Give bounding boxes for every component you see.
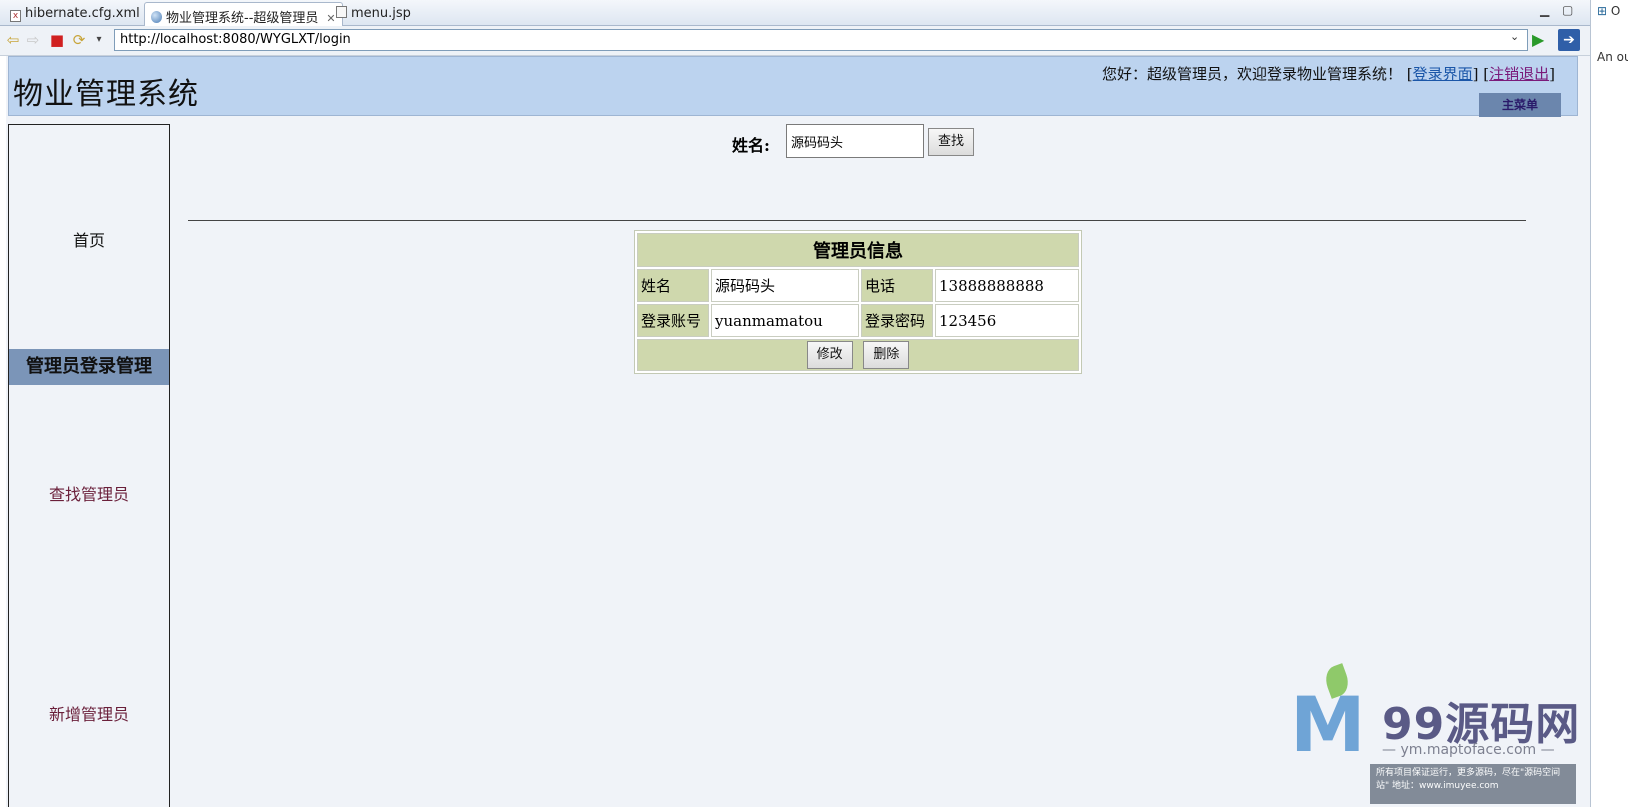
- outline-side-panel: ⊞ O An ou: [1590, 0, 1628, 807]
- jsp-file-icon: [336, 6, 347, 18]
- main-content: 姓名: 查找 管理员信息 姓名 源码码头 电话 13888888888 登录账号…: [180, 116, 1526, 806]
- delete-button[interactable]: 删除: [863, 341, 910, 369]
- back-arrow-icon[interactable]: ⇦: [4, 31, 22, 49]
- password-label: 登录密码: [861, 304, 933, 337]
- admin-info-table: 管理员信息 姓名 源码码头 电话 13888888888 登录账号 yuanma…: [634, 230, 1082, 374]
- go-play-icon[interactable]: ▶: [1532, 30, 1544, 49]
- tab-menu-jsp[interactable]: menu.jsp: [330, 2, 417, 26]
- table-title: 管理员信息: [637, 233, 1079, 267]
- chevron-down-icon[interactable]: ⌄: [1510, 30, 1519, 43]
- browser-toolbar: ⇦ ⇨ ■ ⟳ ▾ http://localhost:8080/WYGLXT/l…: [0, 26, 1590, 56]
- dropdown-arrow-icon[interactable]: ▾: [90, 31, 108, 49]
- stop-icon[interactable]: ■: [48, 31, 66, 49]
- xml-file-icon: x: [10, 10, 21, 22]
- forward-arrow-icon[interactable]: ⇨: [24, 31, 42, 49]
- table-actions: 修改 删除: [637, 339, 1079, 371]
- search-label: 姓名:: [732, 136, 770, 155]
- editor-tab-strip: x hibernate.cfg.xml 物业管理系统--超级管理员 ✕ menu.j…: [0, 0, 1590, 26]
- web-page: 物业管理系统 您好：超级管理员，欢迎登录物业管理系统！ [登录界面] [注销退出…: [6, 56, 1590, 807]
- outline-icon: ⊞: [1597, 4, 1608, 18]
- sidebar-item-find-admin[interactable]: 查找管理员: [9, 481, 169, 505]
- sidebar-item-add-admin[interactable]: 新增管理员: [9, 701, 169, 725]
- edit-button[interactable]: 修改: [806, 341, 853, 369]
- sidebar-item-home[interactable]: 首页: [9, 227, 169, 251]
- table-row: 姓名 源码码头 电话 13888888888: [637, 269, 1079, 302]
- sidebar-section-admin-login[interactable]: 管理员登录管理: [9, 349, 169, 385]
- url-address-bar[interactable]: http://localhost:8080/WYGLXT/login: [114, 29, 1528, 51]
- account-value: yuanmamatou: [711, 304, 859, 337]
- page-header: 物业管理系统 您好：超级管理员，欢迎登录物业管理系统！ [登录界面] [注销退出…: [8, 56, 1578, 117]
- login-page-link[interactable]: 登录界面: [1413, 65, 1473, 83]
- account-label: 登录账号: [637, 304, 709, 337]
- table-row: 登录账号 yuanmamatou 登录密码 123456: [637, 304, 1079, 337]
- outline-panel-title: ⊞ O: [1597, 4, 1621, 18]
- name-search-input[interactable]: [786, 124, 924, 158]
- maximize-icon[interactable]: ▢: [1562, 3, 1573, 17]
- outline-panel-message: An ou: [1597, 50, 1628, 64]
- phone-label: 电话: [861, 269, 933, 302]
- refresh-icon[interactable]: ⟳: [70, 31, 88, 49]
- main-menu-button[interactable]: 主菜单: [1479, 93, 1561, 117]
- tab-hibernate-cfg[interactable]: x hibernate.cfg.xml: [4, 2, 146, 26]
- left-sidebar-menu: 首页 管理员登录管理 查找管理员 新增管理员: [8, 124, 170, 807]
- globe-icon: [151, 11, 162, 23]
- page-title: 物业管理系统: [13, 77, 199, 112]
- open-external-icon[interactable]: ➔: [1558, 29, 1580, 51]
- search-button[interactable]: 查找: [928, 128, 974, 156]
- name-label: 姓名: [637, 269, 709, 302]
- greeting-bar: 您好：超级管理员，欢迎登录物业管理系统！ [登录界面] [注销退出]: [1101, 65, 1555, 83]
- phone-value: 13888888888: [935, 269, 1079, 302]
- divider: [188, 220, 1526, 221]
- minimize-icon[interactable]: ▁: [1540, 3, 1549, 17]
- password-value: 123456: [935, 304, 1079, 337]
- search-form: 姓名: 查找: [180, 120, 1526, 160]
- name-value: 源码码头: [711, 269, 859, 302]
- logout-link[interactable]: 注销退出: [1489, 65, 1549, 83]
- tab-browser-page[interactable]: 物业管理系统--超级管理员 ✕: [144, 2, 343, 26]
- greeting-text: 您好：超级管理员，欢迎登录物业管理系统！: [1101, 65, 1402, 83]
